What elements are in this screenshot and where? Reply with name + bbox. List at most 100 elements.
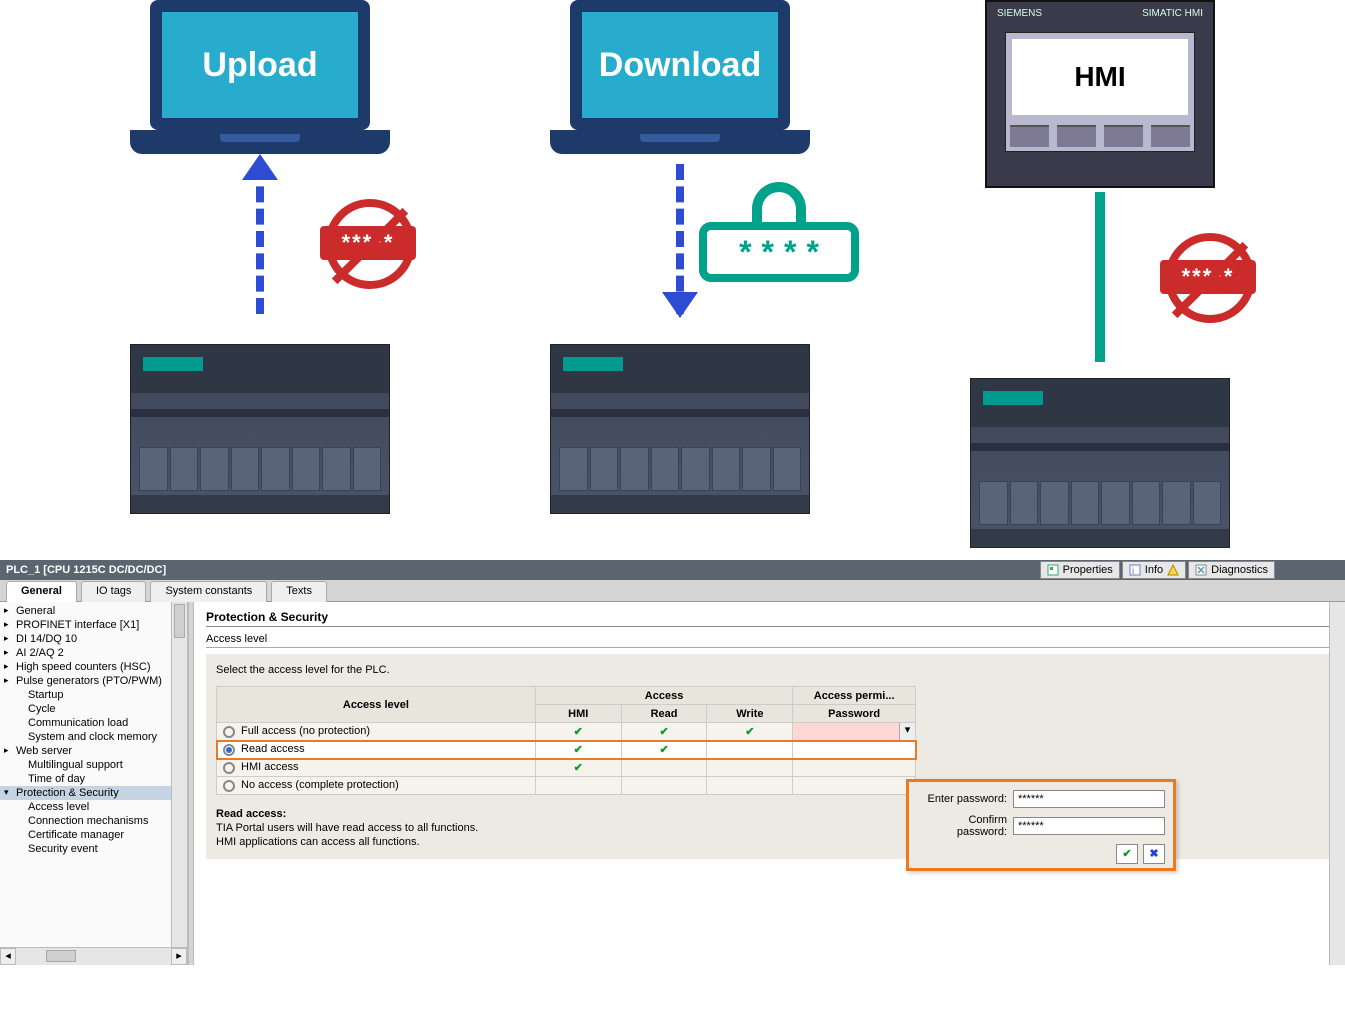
access-cell-password[interactable] — [793, 741, 916, 759]
access-cell-hmi: ✔ — [535, 759, 621, 777]
tree-item[interactable]: PROFINET interface [X1] — [0, 618, 187, 632]
hmi-screen-text: HMI — [1012, 39, 1188, 115]
window-controls-icon[interactable] — [1281, 562, 1341, 578]
plc-device — [550, 344, 810, 514]
access-cell-hmi: ✔ — [535, 723, 621, 741]
access-cell-write — [707, 741, 793, 759]
laptop-base — [550, 130, 810, 154]
tab-system-constants[interactable]: System constants — [150, 581, 267, 602]
access-cell-read: ✔ — [621, 723, 707, 741]
access-radio[interactable] — [223, 780, 235, 792]
access-radio[interactable] — [223, 726, 235, 738]
tree-vscrollbar[interactable] — [171, 602, 187, 947]
confirm-button[interactable]: ✔ — [1116, 844, 1138, 864]
access-radio[interactable] — [223, 744, 235, 756]
access-row[interactable]: Read access✔✔ — [217, 741, 916, 759]
access-row-label: HMI access — [241, 761, 298, 773]
tree-item[interactable]: Multilingual support — [0, 758, 187, 772]
properties-icon — [1047, 564, 1059, 576]
tree-item[interactable]: Web server — [0, 744, 187, 758]
tree-item[interactable]: Connection mechanisms — [0, 814, 187, 828]
tab-io-tags[interactable]: IO tags — [81, 581, 146, 602]
tab-general[interactable]: General — [6, 581, 77, 602]
tree-item[interactable]: Access level — [0, 800, 187, 814]
main-pane: Protection & Security Access level Selec… — [194, 602, 1345, 965]
tree-item[interactable]: Security event — [0, 842, 187, 856]
check-icon: ✔ — [574, 726, 583, 738]
tree-item[interactable]: Pulse generators (PTO/PWM) — [0, 674, 187, 688]
access-cell-password[interactable] — [793, 777, 916, 795]
diagnostics-button[interactable]: Diagnostics — [1188, 561, 1275, 579]
cancel-button[interactable]: ✖ — [1143, 844, 1165, 864]
access-cell-hmi: ✔ — [535, 741, 621, 759]
scroll-right-icon[interactable]: ▸ — [171, 948, 187, 965]
properties-button[interactable]: Properties — [1040, 561, 1120, 579]
padlock-password-icon: **** — [699, 182, 859, 282]
access-radio[interactable] — [223, 762, 235, 774]
access-row[interactable]: No access (complete protection) — [217, 777, 916, 795]
nav-tree: GeneralPROFINET interface [X1]DI 14/DQ 1… — [0, 602, 188, 965]
access-cell-password[interactable] — [793, 759, 916, 777]
arrow-upload: ***** — [70, 154, 450, 344]
access-cell-read — [621, 759, 707, 777]
col-hmi: HMI — [535, 705, 621, 723]
hmi-model: SIMATIC HMI — [1142, 8, 1203, 24]
tree-item[interactable]: General — [0, 604, 187, 618]
access-cell-password[interactable]: ▾ — [793, 723, 916, 741]
arrow-line — [256, 164, 264, 314]
tree-item[interactable]: Certificate manager — [0, 828, 187, 842]
tree-item[interactable]: Time of day — [0, 772, 187, 786]
arrow-download: **** — [490, 154, 870, 344]
confirm-password-input[interactable] — [1013, 817, 1165, 835]
access-row[interactable]: HMI access ✔ — [217, 759, 916, 777]
tree-item[interactable]: Communication load — [0, 716, 187, 730]
tree-item[interactable]: High speed counters (HSC) — [0, 660, 187, 674]
tree-item[interactable]: System and clock memory — [0, 730, 187, 744]
access-row-label: No access (complete protection) — [241, 779, 399, 791]
laptop-base — [130, 130, 390, 154]
diagram-col-download: Download **** — [490, 0, 870, 514]
tree-hscrollbar[interactable]: ◂ ▸ — [0, 947, 187, 965]
laptop-screen-download: Download — [570, 0, 790, 130]
arrow-head-down-icon — [662, 292, 698, 318]
check-icon: ✔ — [574, 762, 583, 774]
no-password-icon: ***** — [320, 204, 430, 284]
arrow-line-solid — [1095, 192, 1105, 362]
tab-texts[interactable]: Texts — [271, 581, 327, 602]
plc-device — [970, 378, 1230, 548]
access-cell-read: ✔ — [621, 741, 707, 759]
dropdown-icon[interactable]: ▾ — [899, 723, 915, 740]
enter-password-input[interactable] — [1013, 790, 1165, 808]
diagram-col-upload: Upload ***** — [70, 0, 450, 514]
access-level-table: Access level Access Access permi... HMI … — [216, 686, 916, 795]
hmi-brand: SIEMENS — [997, 8, 1042, 24]
scroll-left-icon[interactable]: ◂ — [0, 948, 16, 965]
check-icon: ✔ — [659, 726, 668, 738]
laptop-download: Download — [550, 0, 810, 154]
access-cell-write: ✔ — [707, 723, 793, 741]
confirm-password-label: Confirm password: — [917, 814, 1013, 838]
check-icon: ✔ — [659, 744, 668, 756]
access-row[interactable]: Full access (no protection)✔✔✔▾ — [217, 723, 916, 741]
info-button[interactable]: i Info — [1122, 561, 1186, 579]
main-vscrollbar[interactable] — [1329, 602, 1345, 965]
tree-item[interactable]: Startup — [0, 688, 187, 702]
tree-item[interactable]: Protection & Security — [0, 786, 187, 800]
section-heading: Protection & Security — [206, 610, 1333, 627]
tree-item[interactable]: AI 2/AQ 2 — [0, 646, 187, 660]
tree-item[interactable]: DI 14/DQ 10 — [0, 632, 187, 646]
diagram-col-hmi: SIEMENS SIMATIC HMI HMI ***** — [910, 0, 1290, 548]
tree-item[interactable]: Cycle — [0, 702, 187, 716]
arrow-hmi: ***** — [910, 188, 1290, 378]
password-popover: Enter password: Confirm password: ✔ ✖ — [906, 779, 1176, 871]
concept-diagram: Upload ***** Download **** — [0, 0, 1345, 560]
note-line2: HMI applications can access all function… — [216, 836, 420, 848]
inspector-body: GeneralPROFINET interface [X1]DI 14/DQ 1… — [0, 602, 1345, 965]
inspector-tabs: General IO tags System constants Texts — [0, 580, 1345, 602]
laptop-screen-upload: Upload — [150, 0, 370, 130]
laptop-upload: Upload — [130, 0, 390, 154]
access-cell-hmi — [535, 777, 621, 795]
warning-icon — [1167, 564, 1179, 576]
col-password: Password — [793, 705, 916, 723]
access-cell-write — [707, 759, 793, 777]
